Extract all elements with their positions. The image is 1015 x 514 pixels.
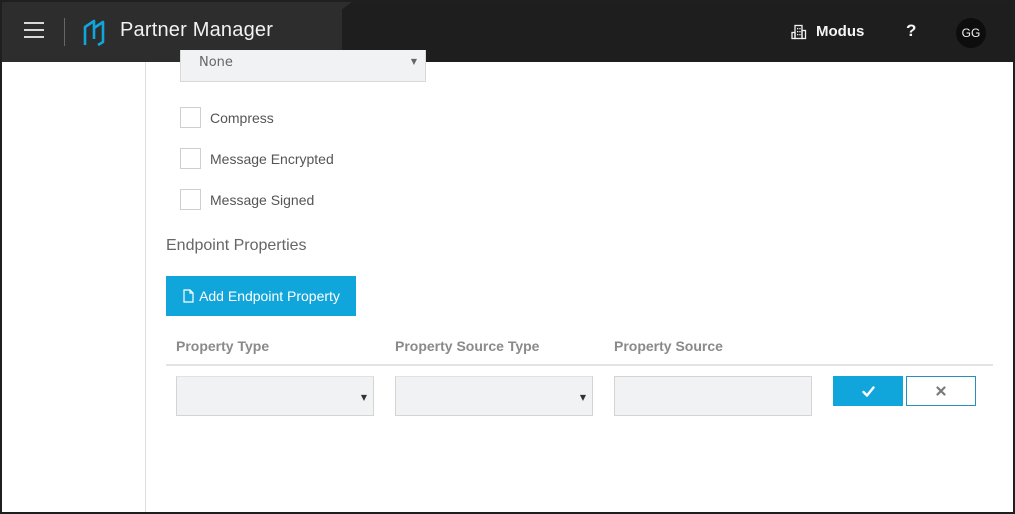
user-avatar[interactable]: GG: [956, 18, 986, 48]
top-bar: Partner Manager Modus ? GG: [2, 2, 1013, 62]
property-source-input[interactable]: [614, 376, 812, 416]
org-switcher[interactable]: Modus: [791, 23, 864, 40]
cancel-property-button[interactable]: [906, 376, 976, 406]
message-signed-checkbox[interactable]: [180, 189, 201, 210]
top-select-value: None: [199, 55, 233, 70]
property-source-type-select[interactable]: ▼: [395, 376, 593, 416]
column-header-property-source: Property Source: [614, 338, 723, 354]
help-button[interactable]: ?: [906, 21, 916, 41]
top-bar-divider: [64, 18, 65, 46]
message-signed-label: Message Signed: [210, 191, 315, 208]
compress-checkbox-row[interactable]: Compress: [180, 107, 274, 128]
table-header-divider: [166, 364, 993, 366]
compress-label: Compress: [210, 109, 274, 126]
top-select-dropdown[interactable]: None ▼: [180, 50, 426, 82]
message-encrypted-checkbox[interactable]: [180, 148, 201, 169]
compress-checkbox[interactable]: [180, 107, 201, 128]
check-icon: [861, 385, 875, 397]
chevron-down-icon: ▼: [410, 57, 417, 66]
message-encrypted-label: Message Encrypted: [210, 150, 334, 167]
sidebar-border: [145, 62, 146, 512]
property-type-select[interactable]: ▼: [176, 376, 374, 416]
confirm-property-button[interactable]: [833, 376, 903, 406]
chevron-down-icon: ▼: [579, 393, 586, 402]
message-signed-checkbox-row[interactable]: Message Signed: [180, 189, 314, 210]
partner-manager-logo-icon: [83, 19, 105, 46]
column-header-property-type: Property Type: [176, 338, 270, 354]
message-encrypted-checkbox-row[interactable]: Message Encrypted: [180, 148, 334, 169]
hamburger-menu-icon[interactable]: [24, 22, 44, 38]
app-frame: Partner Manager Modus ? GG None ▼ Compre…: [0, 0, 1015, 514]
buildings-icon: [791, 24, 807, 39]
app-title: Partner Manager: [120, 19, 274, 41]
add-endpoint-property-button[interactable]: Add Endpoint Property: [166, 276, 356, 316]
org-name: Modus: [816, 23, 865, 40]
column-header-property-source-type: Property Source Type: [395, 338, 540, 354]
endpoint-properties-title: Endpoint Properties: [166, 237, 307, 254]
close-icon: [936, 386, 946, 396]
add-endpoint-property-label: Add Endpoint Property: [199, 288, 340, 304]
file-icon: [183, 289, 194, 303]
chevron-down-icon: ▼: [360, 393, 367, 402]
